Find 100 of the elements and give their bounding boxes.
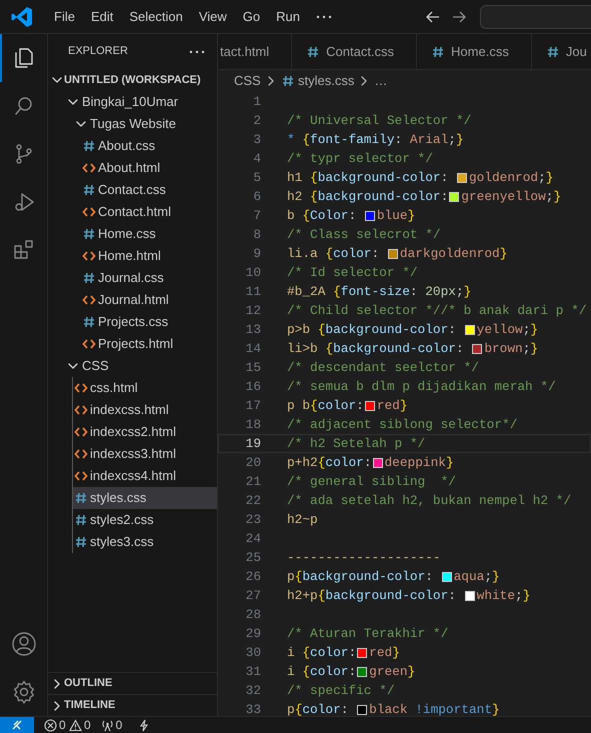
- color-swatch[interactable]: [364, 400, 375, 410]
- lightning-icon[interactable]: [138, 718, 150, 732]
- code-text: #b_2A {font-size: 20px;}: [287, 283, 472, 300]
- breadcrumb-item[interactable]: …: [374, 71, 388, 91]
- code-brackets-icon: [82, 205, 96, 219]
- hash-icon: [82, 139, 96, 153]
- code-text: white;}: [476, 587, 530, 604]
- tree-item[interactable]: Home.html: [48, 245, 217, 267]
- line-number: 18: [244, 416, 261, 433]
- menu-item[interactable]: Selection: [121, 6, 191, 26]
- tree-item[interactable]: Tugas Website: [48, 113, 217, 135]
- code-text: /* Child selector *//* b anak dari p */: [287, 302, 586, 319]
- hash-icon: [74, 535, 88, 549]
- tree-item[interactable]: Bingkai_10Umar: [48, 91, 217, 113]
- code-brackets-icon: [74, 447, 88, 461]
- tree-item[interactable]: indexcss.html: [73, 399, 217, 421]
- antenna-icon: [100, 718, 114, 732]
- code-text: h1 {background-color:: [287, 169, 450, 186]
- color-swatch[interactable]: [357, 666, 368, 676]
- line-number: 9: [252, 245, 261, 262]
- warning-count[interactable]: 0: [68, 716, 91, 733]
- code-brackets-icon: [74, 381, 88, 395]
- tree-item[interactable]: indexcss3.html: [73, 443, 217, 465]
- tree-item[interactable]: About.html: [48, 157, 217, 179]
- color-swatch[interactable]: [357, 648, 368, 658]
- line-number: 28: [244, 606, 261, 623]
- line-number: 30: [244, 644, 261, 661]
- hash-icon: [82, 183, 96, 197]
- color-swatch[interactable]: [464, 590, 475, 600]
- hash-icon: [306, 44, 320, 58]
- warning-icon: [68, 718, 82, 732]
- tree-item[interactable]: Home.css: [48, 223, 217, 245]
- line-number: 13: [244, 321, 261, 338]
- line-number: 6: [252, 188, 261, 205]
- code-text: i {color:: [287, 644, 356, 661]
- menu-item[interactable]: Run: [268, 6, 308, 26]
- color-swatch[interactable]: [364, 210, 375, 220]
- tree-item[interactable]: styles2.css: [73, 509, 217, 531]
- line-number: 32: [244, 682, 261, 699]
- code-text: h2+p{background-color:: [287, 587, 457, 604]
- color-swatch[interactable]: [472, 344, 482, 354]
- code-brackets-icon: [82, 293, 96, 307]
- breadcrumb-item[interactable]: styles.css: [280, 71, 354, 91]
- line-number: 33: [244, 701, 261, 716]
- tree-item[interactable]: styles3.css: [73, 531, 217, 553]
- menu-item[interactable]: File: [46, 6, 83, 26]
- code-text: b {Color:: [287, 207, 358, 224]
- code-brackets-icon: [74, 469, 88, 483]
- color-swatch[interactable]: [357, 704, 368, 714]
- color-swatch[interactable]: [442, 572, 452, 582]
- error-count[interactable]: 0: [44, 716, 66, 733]
- color-swatch[interactable]: [372, 458, 382, 468]
- line-number: 5: [252, 169, 261, 186]
- tree-item[interactable]: Contact.html: [48, 201, 217, 223]
- tree-item[interactable]: CSS: [48, 355, 217, 377]
- menu-item[interactable]: View: [190, 6, 235, 26]
- line-number: 16: [244, 378, 261, 395]
- code-text: /* semua b dlm p dijadikan merah */: [287, 378, 556, 395]
- line-number: 21: [244, 473, 261, 490]
- code-text: /* adjacent siblong selector*/: [287, 416, 518, 433]
- app-logo-icon: [10, 4, 34, 28]
- tree-item[interactable]: css.html: [73, 377, 217, 399]
- hash-icon: [546, 44, 560, 58]
- menu-item[interactable]: Go: [234, 6, 268, 26]
- ports-count[interactable]: 0: [100, 716, 122, 733]
- code-text: h2~p: [287, 511, 318, 528]
- back-arrow-icon[interactable]: [424, 8, 442, 24]
- sidebar-title: EXPLORER: [68, 44, 128, 60]
- line-number: 2: [252, 112, 261, 129]
- line-number: 12: [244, 302, 261, 319]
- remote-button[interactable]: [0, 716, 34, 733]
- code-brackets-icon: [74, 425, 88, 439]
- color-swatch[interactable]: [464, 324, 475, 334]
- tree-item[interactable]: About.css: [48, 135, 217, 157]
- editor-tab[interactable]: tact.html: [218, 34, 292, 69]
- menu-item[interactable]: Edit: [82, 6, 122, 26]
- tree-item[interactable]: Contact.css: [48, 179, 217, 201]
- color-swatch[interactable]: [388, 248, 398, 258]
- code-text: i {color:: [287, 663, 356, 680]
- tree-item[interactable]: styles.css: [73, 487, 217, 509]
- section-header[interactable]: OUTLINE: [48, 672, 217, 694]
- breadcrumb-item[interactable]: CSS: [234, 71, 261, 91]
- line-number: 25: [244, 549, 261, 566]
- code-text: p>b {background-color:: [287, 321, 457, 338]
- color-swatch[interactable]: [449, 192, 460, 202]
- workspace-header[interactable]: UNTITLED (WORKSPACE): [48, 69, 217, 91]
- tree-item[interactable]: Journal.html: [48, 289, 217, 311]
- account-icon[interactable]: [10, 631, 36, 657]
- tree-item[interactable]: Projects.css: [48, 311, 217, 333]
- tree-item[interactable]: Journal.css: [48, 267, 217, 289]
- line-number: 14: [244, 340, 261, 357]
- tree-item[interactable]: indexcss4.html: [73, 465, 217, 487]
- forward-arrow-icon[interactable]: [450, 8, 468, 24]
- tree-item[interactable]: Projects.html: [48, 333, 217, 355]
- code-text: deeppink}: [384, 454, 454, 471]
- color-swatch[interactable]: [456, 172, 467, 182]
- tree-item[interactable]: indexcss2.html: [73, 421, 217, 443]
- line-number: 29: [244, 625, 261, 642]
- code-text: green}: [369, 663, 416, 680]
- code-brackets-icon: [74, 403, 88, 417]
